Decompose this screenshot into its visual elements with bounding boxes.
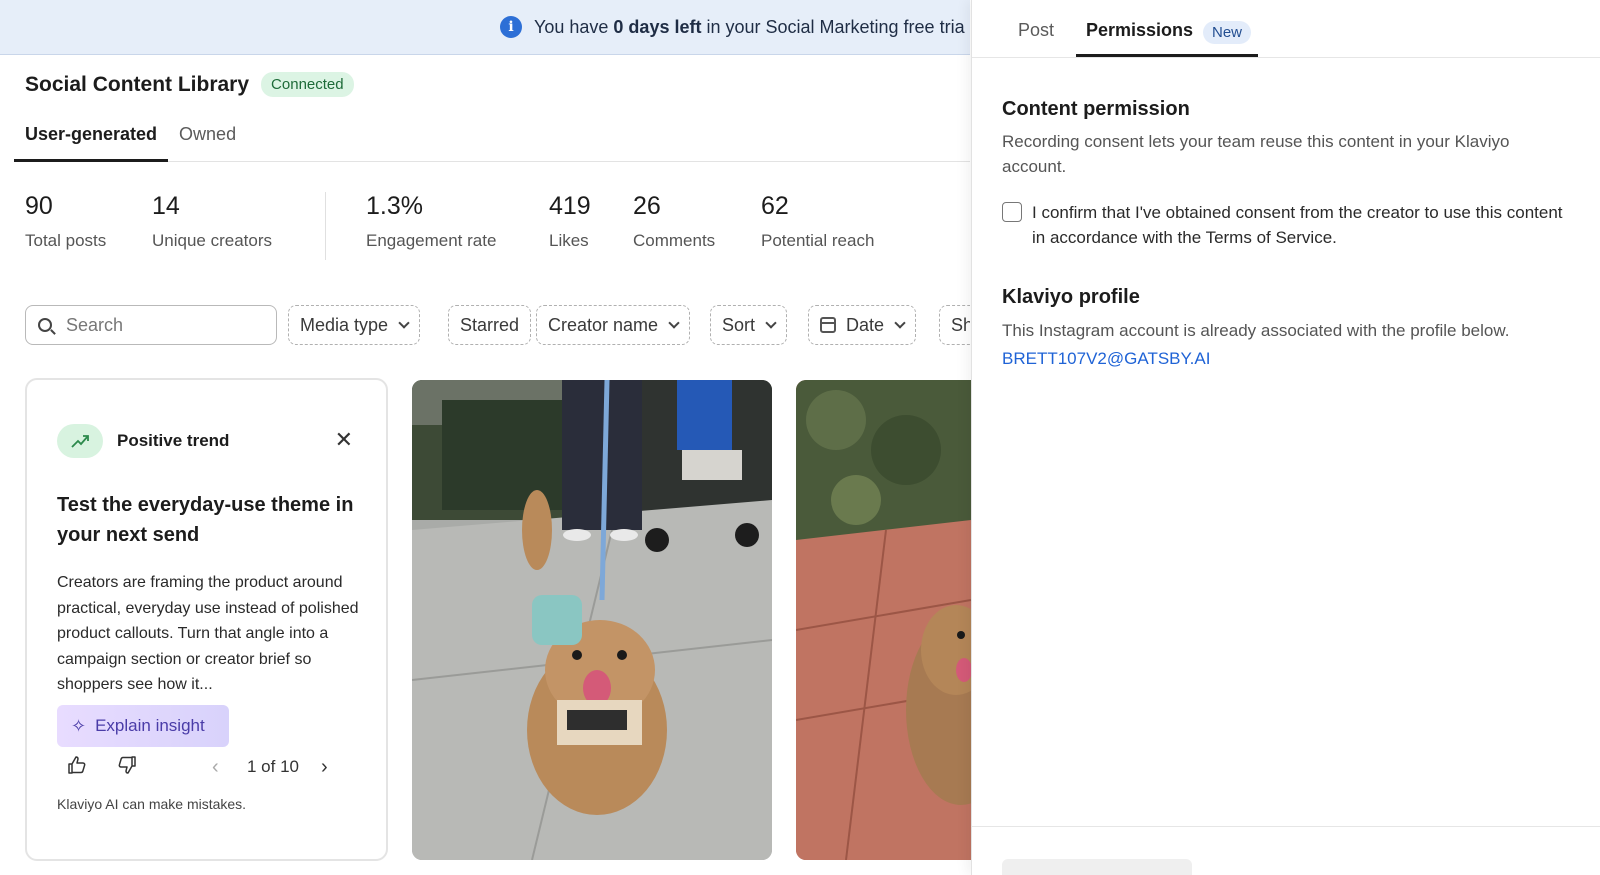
stats-divider — [325, 192, 326, 260]
chevron-down-icon — [668, 316, 680, 329]
post-photo[interactable] — [796, 380, 971, 860]
share-filter[interactable]: Sh — [939, 305, 970, 345]
klaviyo-profile-text: This Instagram account is already associ… — [1002, 321, 1510, 340]
stat-value: 14 — [152, 192, 180, 220]
consent-label[interactable]: I confirm that I've obtained consent fro… — [1032, 200, 1567, 250]
stat-label: Engagement rate — [366, 231, 497, 250]
ai-disclaimer: Klaviyo AI can make mistakes. — [57, 796, 247, 812]
stat-label: Unique creators — [152, 231, 273, 250]
chip-label: Date — [846, 314, 885, 335]
connected-badge: Connected — [261, 72, 354, 97]
chip-label: Sort — [722, 314, 756, 335]
panel-tabs: Post Permissions New — [972, 0, 1600, 58]
chevron-right-icon[interactable]: › — [321, 756, 328, 779]
chevron-left-icon[interactable]: ‹ — [212, 756, 219, 779]
banner-suffix: in your Social Marketing free tria — [701, 16, 965, 37]
footer-button[interactable] — [1002, 859, 1192, 875]
stat-value: 62 — [761, 192, 789, 220]
creator-name-filter[interactable]: Creator name — [536, 305, 691, 345]
chevron-down-icon — [765, 316, 777, 329]
stat-label: Comments — [633, 231, 716, 250]
stat-value: 1.3% — [366, 192, 423, 220]
chevron-down-icon — [894, 316, 906, 329]
stat-label: Total posts — [25, 231, 107, 250]
filter-bar: Media type Starred Creator name Sort Dat… — [25, 305, 970, 345]
thumbs-down-icon[interactable] — [117, 755, 137, 780]
close-icon[interactable]: ✕ — [335, 429, 353, 451]
dog-photo-image — [412, 380, 772, 860]
date-filter[interactable]: Date — [808, 305, 917, 345]
dog-photo-image — [796, 380, 971, 860]
calendar-icon — [820, 317, 836, 333]
klaviyo-profile-title: Klaviyo profile — [1002, 286, 1140, 308]
stat-value: 90 — [25, 192, 53, 220]
content-permission-title: Content permission — [1002, 98, 1190, 120]
page-title: Social Content Library — [25, 72, 250, 96]
insight-card: Positive trend ✕ Test the everyday-use t… — [25, 378, 388, 861]
stat-label: Likes — [549, 231, 589, 250]
chevron-down-icon — [398, 316, 410, 329]
content-permission-text: Recording consent lets your team reuse t… — [1002, 132, 1510, 176]
consent-checkbox[interactable] — [1002, 202, 1022, 222]
starred-filter[interactable]: Starred — [448, 305, 532, 345]
trend-header: Positive trend ✕ — [57, 424, 357, 458]
chip-label: Sh — [951, 314, 970, 335]
stat-comments: 26 Comments — [633, 192, 715, 251]
insight-body: Creators are framing the product around … — [57, 574, 359, 693]
stat-potential-reach: 62 Potential reach — [761, 192, 874, 251]
info-icon: i — [500, 16, 522, 38]
stat-likes: 419 Likes — [549, 192, 591, 251]
banner-days-left: 0 days left — [613, 16, 702, 37]
chip-label: Creator name — [548, 314, 659, 335]
trend-up-icon — [57, 424, 103, 458]
insight-title: Test the everyday-use theme in your next… — [57, 494, 354, 546]
search-input-wrapper[interactable] — [25, 305, 277, 345]
stat-engagement-rate: 1.3% Engagement rate — [366, 192, 496, 251]
stat-unique-creators: 14 Unique creators — [152, 192, 272, 251]
explain-insight-button[interactable]: ✧ Explain insight — [57, 705, 229, 747]
new-badge: New — [1203, 21, 1252, 44]
tab-owned[interactable]: Owned — [168, 118, 247, 162]
tab-user-generated[interactable]: User-generated — [14, 118, 169, 162]
thumbs-up-icon[interactable] — [67, 755, 87, 780]
sort-filter[interactable]: Sort — [710, 305, 788, 345]
post-photo[interactable] — [412, 380, 772, 860]
stat-label: Potential reach — [761, 231, 875, 250]
content-tabs: User-generated Owned — [14, 118, 970, 162]
trial-banner: i You have 0 days left in your Social Ma… — [0, 0, 970, 55]
stats-row: 90 Total posts 14 Unique creators 1.3% E… — [25, 192, 965, 262]
sparkle-icon: ✧ — [71, 715, 87, 736]
pager-text: 1 of 10 — [247, 757, 299, 776]
panel-footer — [972, 826, 1600, 875]
search-input[interactable] — [66, 314, 256, 336]
active-tab-indicator — [1076, 54, 1258, 57]
stat-value: 26 — [633, 192, 661, 220]
chip-label: Starred — [460, 314, 520, 335]
details-panel: Post Permissions New Content permission … — [971, 0, 1600, 875]
search-icon — [38, 318, 52, 332]
profile-email-link[interactable]: BRETT107V2@GATSBY.AI — [1002, 349, 1210, 369]
trend-label: Positive trend — [117, 431, 230, 450]
media-type-filter[interactable]: Media type — [288, 305, 421, 345]
tab-post[interactable]: Post — [1018, 20, 1054, 41]
stat-total-posts: 90 Total posts — [25, 192, 106, 251]
feedback-row: ‹ 1 of 10 › — [57, 752, 357, 782]
tab-permissions[interactable]: Permissions — [1086, 20, 1193, 41]
banner-prefix: You have — [534, 16, 614, 37]
explain-label: Explain insight — [95, 716, 205, 735]
chip-label: Media type — [300, 314, 389, 335]
library-header: Social Content Library Connected — [25, 72, 354, 97]
stat-value: 419 — [549, 192, 591, 220]
